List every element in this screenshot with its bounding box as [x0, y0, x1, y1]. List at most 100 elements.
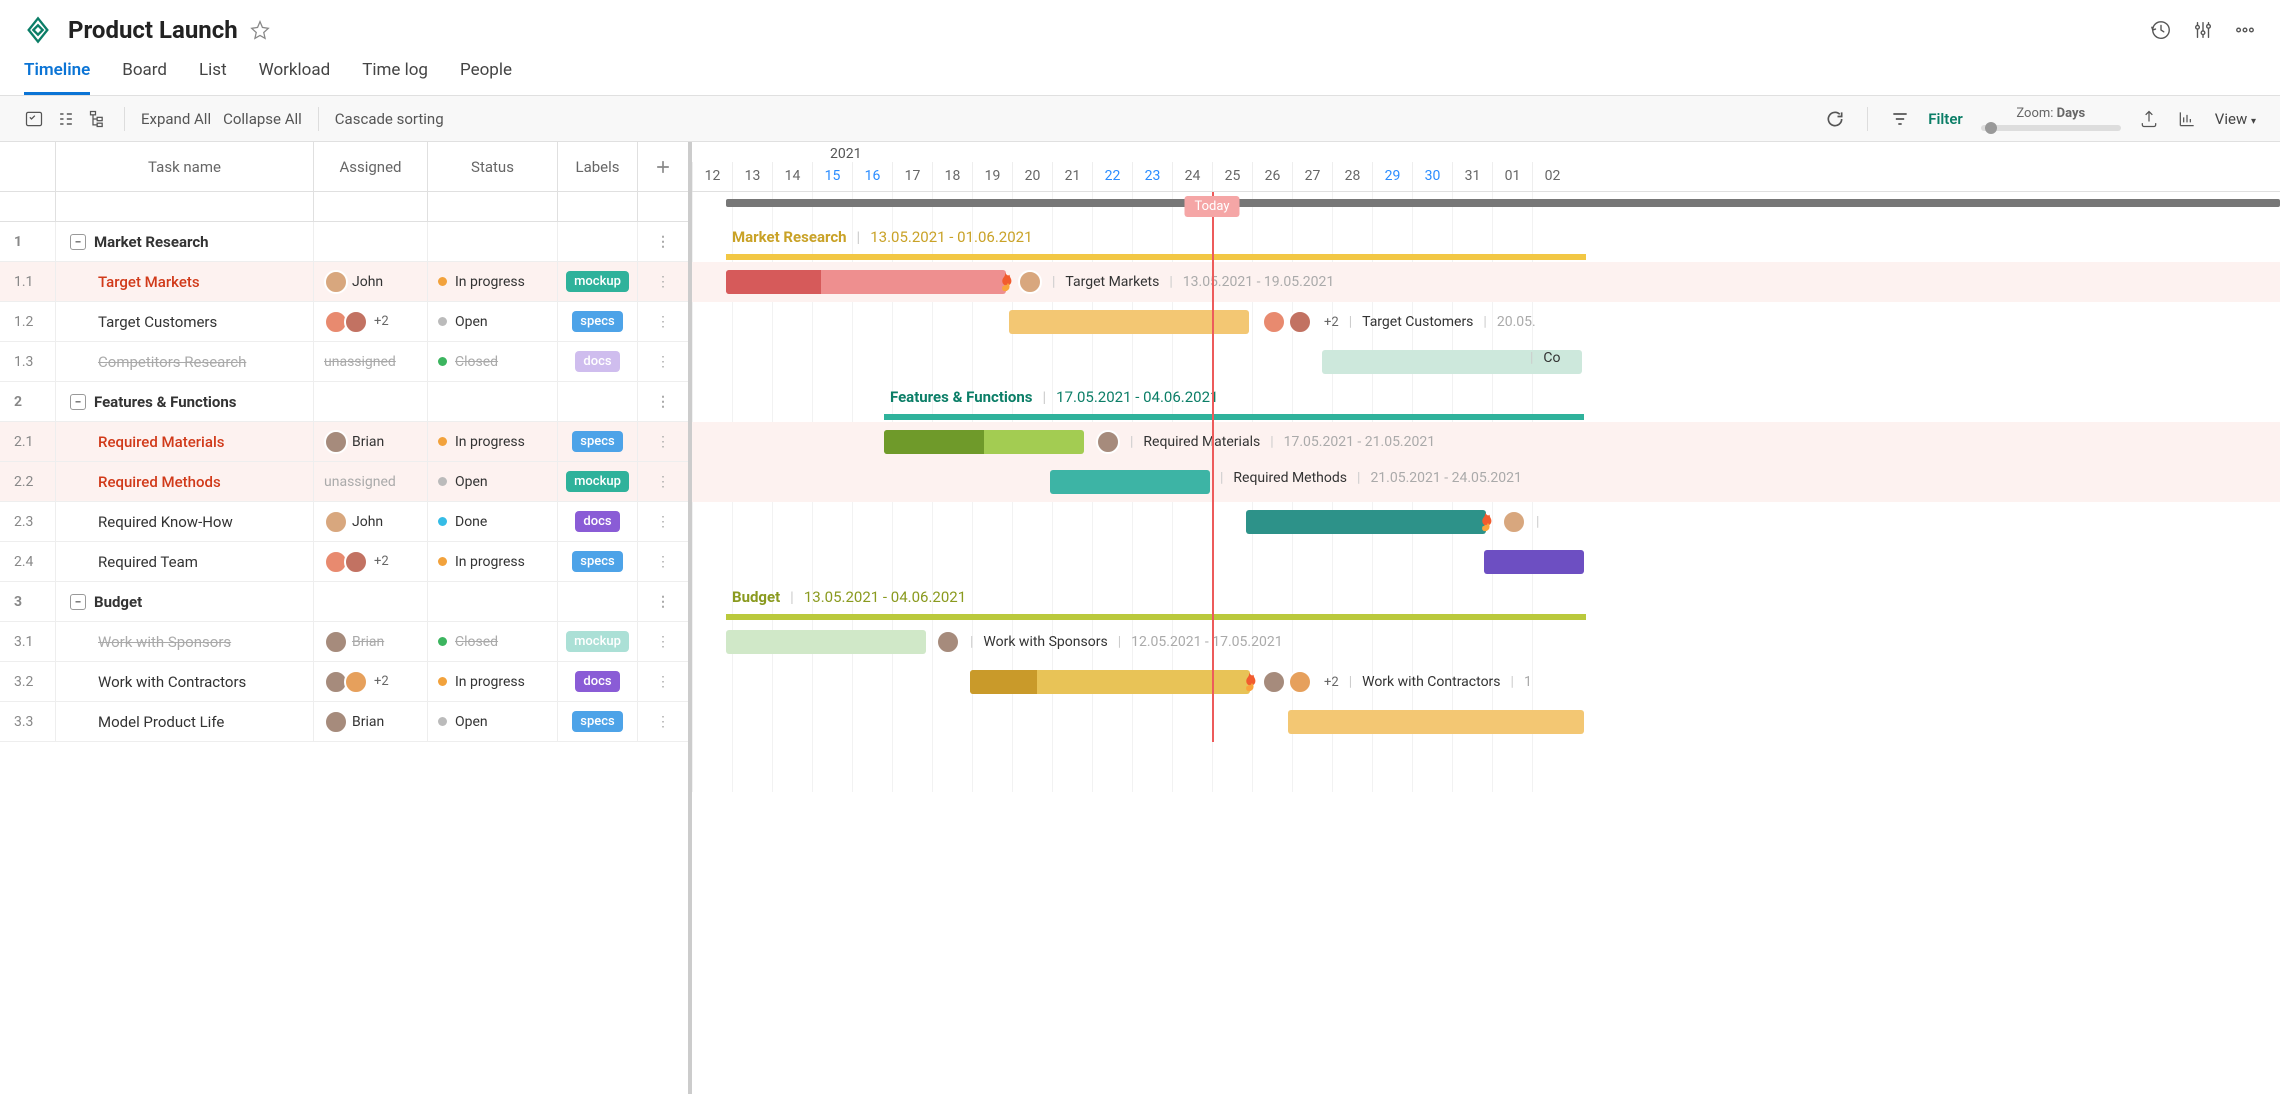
row-menu[interactable]: ⋮: [638, 622, 688, 661]
tab-workload[interactable]: Workload: [259, 52, 331, 95]
settings-icon[interactable]: [2192, 19, 2214, 41]
assigned-cell[interactable]: +2: [314, 662, 428, 701]
task-row[interactable]: 3.3 Model Product Life Brian Open specs …: [0, 702, 688, 742]
task-name-cell[interactable]: Work with Contractors: [56, 662, 314, 701]
row-menu[interactable]: ⋮: [638, 662, 688, 701]
label-cell[interactable]: mockup: [558, 622, 638, 661]
label-cell[interactable]: docs: [558, 342, 638, 381]
refresh-icon[interactable]: [1825, 109, 1845, 129]
expand-all-button[interactable]: Expand All: [141, 110, 211, 128]
task-row[interactable]: 3.2 Work with Contractors +2 In progress…: [0, 662, 688, 702]
task-bar[interactable]: [1246, 510, 1486, 534]
filter-icon[interactable]: [1890, 109, 1910, 129]
group-bar[interactable]: [884, 414, 1584, 420]
group-bar[interactable]: [726, 254, 1586, 260]
hierarchy-icon[interactable]: [88, 109, 108, 129]
view-dropdown[interactable]: View ▾: [2215, 110, 2256, 128]
task-name-cell[interactable]: Competitors Research: [56, 342, 314, 381]
status-cell[interactable]: In progress: [428, 662, 558, 701]
task-row[interactable]: 1.1 Target Markets John In progress mock…: [0, 262, 688, 302]
task-bar[interactable]: [726, 270, 1006, 294]
task-row[interactable]: 2.4 Required Team +2 In progress specs ⋮: [0, 542, 688, 582]
label-cell[interactable]: specs: [558, 422, 638, 461]
task-name-cell[interactable]: Required Methods: [56, 462, 314, 501]
export-icon[interactable]: [2139, 109, 2159, 129]
column-header-name[interactable]: Task name: [56, 142, 314, 191]
outline-icon[interactable]: [56, 109, 76, 129]
task-bar[interactable]: [1484, 550, 1584, 574]
assigned-cell[interactable]: unassigned: [314, 462, 428, 501]
task-row[interactable]: 2.1 Required Materials Brian In progress…: [0, 422, 688, 462]
chart-icon[interactable]: [2177, 109, 2197, 129]
row-menu[interactable]: ⋮: [638, 222, 688, 261]
task-name-cell[interactable]: Required Team: [56, 542, 314, 581]
more-icon[interactable]: [2234, 19, 2256, 41]
group-name-cell[interactable]: − Market Research: [56, 222, 314, 261]
zoom-control[interactable]: Zoom: Days: [1981, 106, 2121, 131]
task-name-cell[interactable]: Model Product Life: [56, 702, 314, 741]
status-cell[interactable]: In progress: [428, 422, 558, 461]
group-row[interactable]: 1 − Market Research ⋮: [0, 222, 688, 262]
assigned-cell[interactable]: John: [314, 502, 428, 541]
cascade-sorting-button[interactable]: Cascade sorting: [335, 110, 444, 128]
row-menu[interactable]: ⋮: [638, 342, 688, 381]
row-menu[interactable]: ⋮: [638, 582, 688, 621]
column-header-assigned[interactable]: Assigned: [314, 142, 428, 191]
group-name-cell[interactable]: − Budget: [56, 582, 314, 621]
status-cell[interactable]: In progress: [428, 262, 558, 301]
row-menu[interactable]: ⋮: [638, 382, 688, 421]
star-icon[interactable]: [250, 20, 270, 40]
status-cell[interactable]: Closed: [428, 342, 558, 381]
row-menu[interactable]: ⋮: [638, 702, 688, 741]
label-cell[interactable]: mockup: [558, 462, 638, 501]
collapse-toggle[interactable]: −: [70, 234, 86, 250]
row-menu[interactable]: ⋮: [638, 462, 688, 501]
collapse-all-button[interactable]: Collapse All: [223, 110, 302, 128]
label-cell[interactable]: docs: [558, 502, 638, 541]
row-menu[interactable]: ⋮: [638, 262, 688, 301]
task-row[interactable]: 1.2 Target Customers +2 Open specs ⋮: [0, 302, 688, 342]
status-cell[interactable]: Open: [428, 302, 558, 341]
column-header-labels[interactable]: Labels: [558, 142, 638, 191]
column-header-status[interactable]: Status: [428, 142, 558, 191]
tab-list[interactable]: List: [199, 52, 227, 95]
assigned-cell[interactable]: Brian: [314, 622, 428, 661]
assigned-cell[interactable]: Brian: [314, 422, 428, 461]
task-bar[interactable]: [1050, 470, 1210, 494]
tab-timeline[interactable]: Timeline: [24, 52, 90, 95]
label-cell[interactable]: docs: [558, 662, 638, 701]
label-cell[interactable]: specs: [558, 702, 638, 741]
assigned-cell[interactable]: John: [314, 262, 428, 301]
task-bar[interactable]: [726, 630, 926, 654]
task-bar[interactable]: [884, 430, 1084, 454]
tab-board[interactable]: Board: [122, 52, 167, 95]
label-cell[interactable]: mockup: [558, 262, 638, 301]
assigned-cell[interactable]: Brian: [314, 702, 428, 741]
group-name-cell[interactable]: − Features & Functions: [56, 382, 314, 421]
task-row[interactable]: 1.3 Competitors Research unassigned Clos…: [0, 342, 688, 382]
task-name-cell[interactable]: Target Customers: [56, 302, 314, 341]
assigned-cell[interactable]: +2: [314, 302, 428, 341]
add-column-button[interactable]: [638, 142, 688, 191]
tab-people[interactable]: People: [460, 52, 512, 95]
assigned-cell[interactable]: +2: [314, 542, 428, 581]
row-menu[interactable]: ⋮: [638, 502, 688, 541]
group-bar[interactable]: [726, 614, 1586, 620]
task-name-cell[interactable]: Work with Sponsors: [56, 622, 314, 661]
task-row[interactable]: 3.1 Work with Sponsors Brian Closed mock…: [0, 622, 688, 662]
row-menu[interactable]: ⋮: [638, 302, 688, 341]
label-cell[interactable]: specs: [558, 302, 638, 341]
task-name-cell[interactable]: Required Materials: [56, 422, 314, 461]
row-menu[interactable]: ⋮: [638, 422, 688, 461]
task-bar[interactable]: [1288, 710, 1584, 734]
task-row[interactable]: 2.2 Required Methods unassigned Open moc…: [0, 462, 688, 502]
task-name-cell[interactable]: Required Know-How: [56, 502, 314, 541]
filter-button[interactable]: Filter: [1928, 110, 1963, 128]
group-row[interactable]: 2 − Features & Functions ⋮: [0, 382, 688, 422]
checklist-icon[interactable]: [24, 109, 44, 129]
group-row[interactable]: 3 − Budget ⋮: [0, 582, 688, 622]
tab-time-log[interactable]: Time log: [362, 52, 428, 95]
task-name-cell[interactable]: Target Markets: [56, 262, 314, 301]
status-cell[interactable]: Open: [428, 462, 558, 501]
task-bar[interactable]: [970, 670, 1250, 694]
